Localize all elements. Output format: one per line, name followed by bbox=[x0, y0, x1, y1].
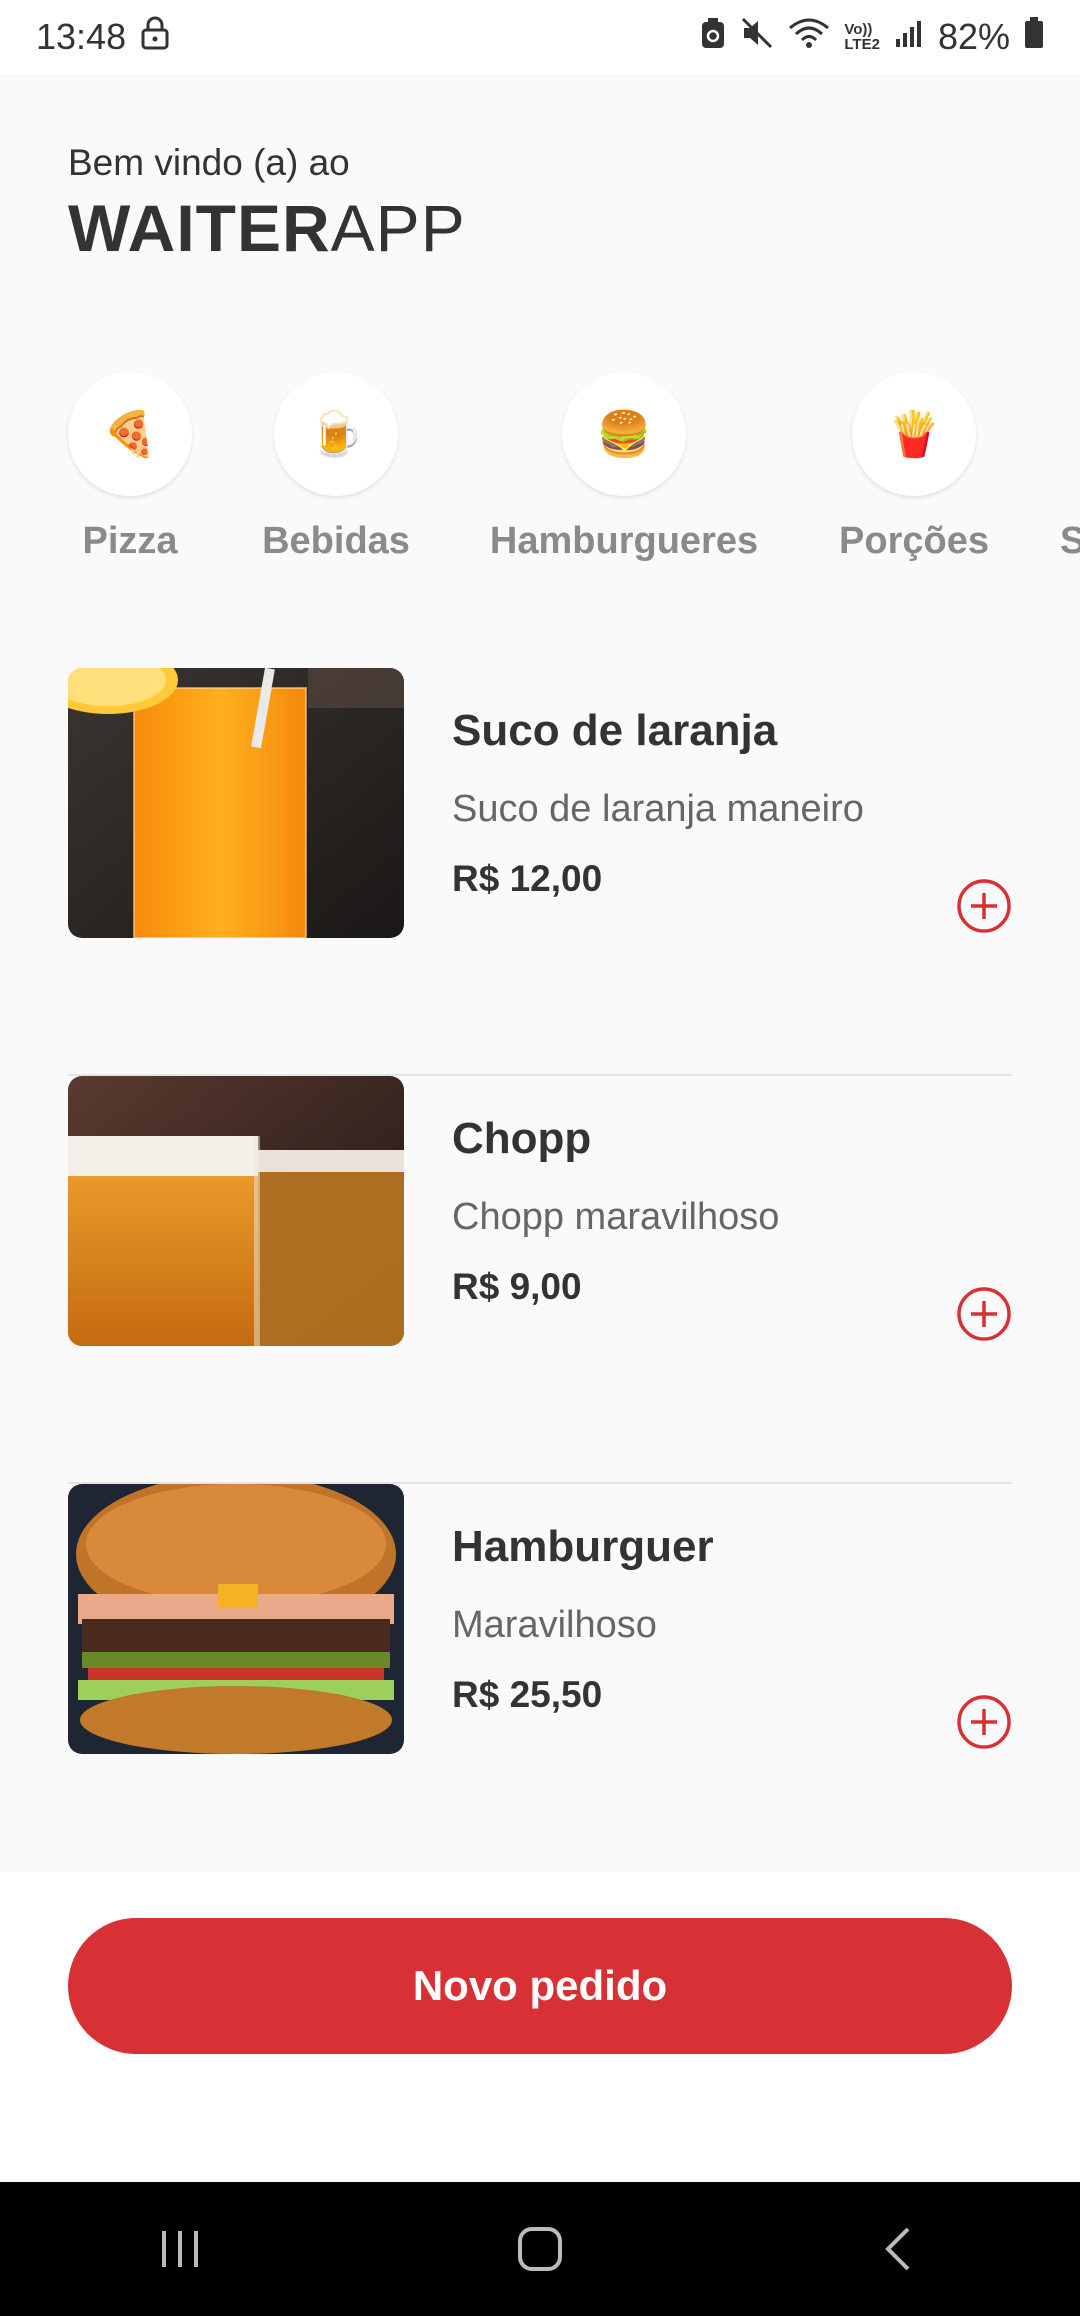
recent-apps-icon bbox=[162, 2231, 198, 2267]
data-saver-icon bbox=[700, 16, 726, 59]
category-label: Bebidas bbox=[262, 520, 410, 562]
plus-circle-icon bbox=[957, 1695, 1011, 1749]
back-button[interactable] bbox=[840, 2209, 960, 2289]
product-item[interactable]: Hamburguer Maravilhoso R$ 25,50 bbox=[68, 1484, 1012, 1892]
product-name: Suco de laranja bbox=[452, 706, 778, 755]
add-to-order-button[interactable] bbox=[956, 878, 1012, 934]
product-description: Chopp maravilhoso bbox=[452, 1196, 780, 1238]
add-to-order-button[interactable] bbox=[956, 1286, 1012, 1342]
category-icon-circle[interactable]: 🍟 bbox=[852, 372, 976, 496]
product-item[interactable]: Suco de laranja Suco de laranja maneiro … bbox=[68, 668, 1012, 1076]
brand-light: APP bbox=[330, 191, 466, 265]
burger-icon: 🍔 bbox=[596, 410, 652, 459]
welcome-text: Bem vindo (a) ao bbox=[68, 142, 350, 183]
lock-icon bbox=[140, 16, 170, 59]
home-icon bbox=[518, 2227, 562, 2271]
battery-percent: 82% bbox=[937, 16, 1010, 57]
product-price: R$ 25,50 bbox=[452, 1674, 603, 1715]
category-icon-placeholder bbox=[1060, 372, 1080, 496]
product-price: R$ 9,00 bbox=[452, 1266, 582, 1307]
home-button[interactable] bbox=[480, 2209, 600, 2289]
wifi-icon bbox=[788, 16, 830, 59]
product-name: Chopp bbox=[452, 1114, 592, 1163]
status-right: Vo)) LTE2 82% bbox=[700, 16, 1044, 59]
brand-bold: WAITER bbox=[68, 191, 331, 265]
volte-text-top: Vo)) bbox=[844, 21, 873, 38]
plus-circle-icon bbox=[957, 879, 1011, 933]
product-price: R$ 12,00 bbox=[452, 858, 603, 899]
back-icon bbox=[885, 2227, 910, 2271]
status-bar: 13:48 Vo)) LTE2 82% bbox=[0, 0, 1080, 74]
product-image-burger bbox=[68, 1484, 404, 1754]
category-partial[interactable]: S bbox=[1060, 372, 1080, 563]
category-hamburgueres[interactable]: 🍔 Hamburgueres bbox=[490, 372, 758, 563]
status-left: 13:48 bbox=[36, 16, 170, 59]
status-time: 13:48 bbox=[36, 16, 127, 57]
category-icon-circle[interactable]: 🍺 bbox=[274, 372, 398, 496]
category-icon-circle[interactable]: 🍕 bbox=[68, 372, 192, 496]
system-nav-bar bbox=[0, 2182, 1080, 2316]
footer: Novo pedido bbox=[0, 1872, 1080, 2182]
category-label: S bbox=[1060, 520, 1080, 562]
add-to-order-button[interactable] bbox=[956, 1694, 1012, 1750]
product-description: Maravilhoso bbox=[452, 1604, 657, 1646]
volte-icon: Vo)) LTE2 bbox=[844, 22, 880, 52]
category-list[interactable]: 🍕 Pizza 🍺 Bebidas 🍔 Hamburgueres 🍟 Porçõ… bbox=[0, 372, 1080, 582]
category-bebidas[interactable]: 🍺 Bebidas bbox=[262, 372, 410, 563]
beer-icon: 🍺 bbox=[308, 410, 364, 459]
product-item[interactable]: Chopp Chopp maravilhoso R$ 9,00 bbox=[68, 1076, 1012, 1484]
category-label: Hamburgueres bbox=[489, 520, 759, 562]
pizza-icon: 🍕 bbox=[102, 410, 158, 459]
mute-icon bbox=[740, 16, 774, 59]
signal-icon bbox=[894, 16, 924, 58]
recent-apps-button[interactable] bbox=[120, 2209, 240, 2289]
battery-icon bbox=[1024, 16, 1044, 58]
product-description: Suco de laranja maneiro bbox=[452, 788, 864, 830]
fries-icon: 🍟 bbox=[886, 410, 942, 459]
category-pizza[interactable]: 🍕 Pizza bbox=[68, 372, 192, 563]
volte-text-bottom: LTE2 bbox=[844, 36, 880, 53]
brand-title: WAITERAPP bbox=[68, 190, 466, 266]
product-image-chopp bbox=[68, 1076, 404, 1346]
category-label: Porções bbox=[839, 520, 989, 562]
product-name: Hamburguer bbox=[452, 1522, 714, 1571]
plus-circle-icon bbox=[957, 1287, 1011, 1341]
product-image-orange-juice bbox=[68, 668, 404, 938]
category-label: Pizza bbox=[82, 520, 178, 562]
header: Bem vindo (a) ao WAITERAPP bbox=[68, 142, 466, 266]
new-order-button[interactable]: Novo pedido bbox=[68, 1918, 1012, 2054]
category-icon-circle[interactable]: 🍔 bbox=[562, 372, 686, 496]
category-porcoes[interactable]: 🍟 Porções bbox=[839, 372, 989, 563]
